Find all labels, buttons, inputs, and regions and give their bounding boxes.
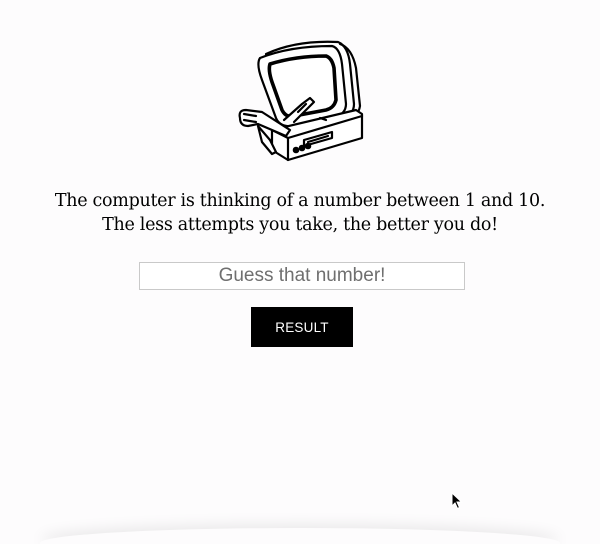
- result-button[interactable]: RESULT: [251, 307, 353, 347]
- mouse-pointer-icon: [451, 492, 463, 510]
- instructions-line-1: The computer is thinking of a number bet…: [54, 191, 546, 211]
- game-instructions: The computer is thinking of a number bet…: [0, 189, 600, 237]
- retro-computer-icon: [238, 40, 364, 162]
- page-bottom-shadow: [40, 528, 560, 544]
- guess-number-input[interactable]: [139, 262, 465, 290]
- instructions-line-2: The less attempts you take, the better y…: [102, 215, 498, 235]
